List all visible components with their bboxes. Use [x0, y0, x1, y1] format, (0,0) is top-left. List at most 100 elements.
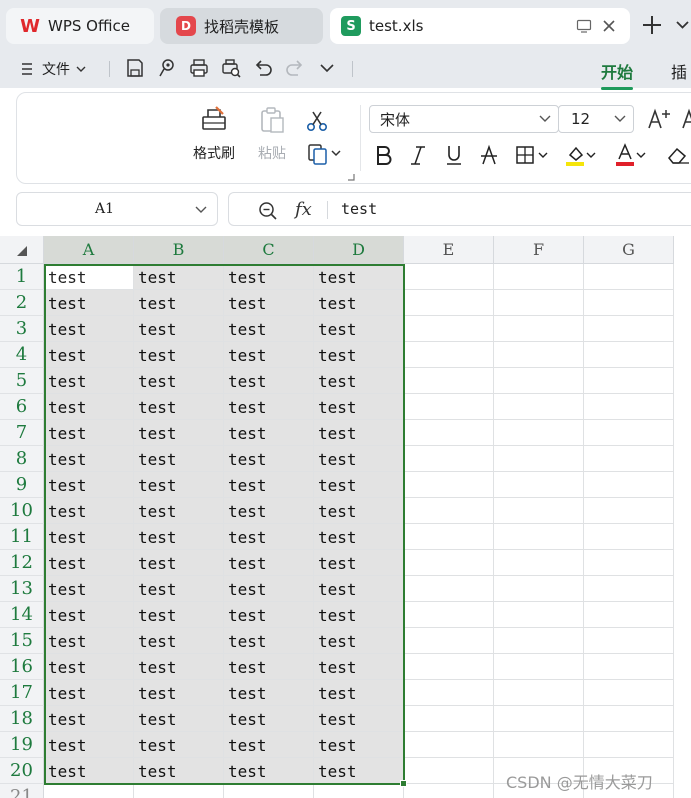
undo-icon[interactable] — [252, 57, 274, 79]
cell-G13[interactable] — [584, 576, 674, 602]
row-header-10[interactable]: 10 — [0, 498, 44, 524]
font-size-select[interactable]: 12 — [558, 105, 634, 133]
dialog-launcher-icon[interactable] — [347, 173, 355, 181]
zoom-search-icon[interactable] — [257, 200, 279, 222]
cell-E21[interactable] — [404, 784, 494, 798]
cell-A4[interactable]: test — [44, 342, 134, 368]
cell-D9[interactable]: test — [314, 472, 404, 498]
cell-E19[interactable] — [404, 732, 494, 758]
row-header-14[interactable]: 14 — [0, 602, 44, 628]
row-header-13[interactable]: 13 — [0, 576, 44, 602]
close-icon[interactable] — [600, 17, 618, 35]
column-header-A[interactable]: A — [44, 236, 134, 264]
cell-B20[interactable]: test — [134, 758, 224, 784]
row-header-19[interactable]: 19 — [0, 732, 44, 758]
cell-G11[interactable] — [584, 524, 674, 550]
cell-D20[interactable]: test — [314, 758, 404, 784]
eraser-icon[interactable] — [665, 143, 691, 167]
cell-A9[interactable]: test — [44, 472, 134, 498]
column-header-D[interactable]: D — [314, 236, 404, 264]
cell-B3[interactable]: test — [134, 316, 224, 342]
column-header-F[interactable]: F — [494, 236, 584, 264]
bold-icon[interactable] — [375, 143, 393, 167]
cell-D5[interactable]: test — [314, 368, 404, 394]
tab-home[interactable]: 开始 — [601, 59, 634, 90]
cell-E18[interactable] — [404, 706, 494, 732]
row-header-11[interactable]: 11 — [0, 524, 44, 550]
cell-G6[interactable] — [584, 394, 674, 420]
cell-C21[interactable] — [224, 784, 314, 798]
cell-F18[interactable] — [494, 706, 584, 732]
cell-D13[interactable]: test — [314, 576, 404, 602]
cell-D2[interactable]: test — [314, 290, 404, 316]
cell-G17[interactable] — [584, 680, 674, 706]
cell-E7[interactable] — [404, 420, 494, 446]
cell-B12[interactable]: test — [134, 550, 224, 576]
cell-E10[interactable] — [404, 498, 494, 524]
cell-E14[interactable] — [404, 602, 494, 628]
cell-E11[interactable] — [404, 524, 494, 550]
cell-E13[interactable] — [404, 576, 494, 602]
cell-F2[interactable] — [494, 290, 584, 316]
cell-F11[interactable] — [494, 524, 584, 550]
paste-button[interactable]: 粘贴 — [249, 105, 295, 163]
cell-C19[interactable]: test — [224, 732, 314, 758]
cell-C4[interactable]: test — [224, 342, 314, 368]
cell-E5[interactable] — [404, 368, 494, 394]
cell-C7[interactable]: test — [224, 420, 314, 446]
strikethrough-icon[interactable] — [480, 143, 498, 167]
cell-C12[interactable]: test — [224, 550, 314, 576]
cell-C16[interactable]: test — [224, 654, 314, 680]
column-header-B[interactable]: B — [134, 236, 224, 264]
cell-B18[interactable]: test — [134, 706, 224, 732]
cell-D4[interactable]: test — [314, 342, 404, 368]
cell-F16[interactable] — [494, 654, 584, 680]
cell-G15[interactable] — [584, 628, 674, 654]
cell-F4[interactable] — [494, 342, 584, 368]
cell-E6[interactable] — [404, 394, 494, 420]
fill-color-icon[interactable] — [565, 143, 599, 167]
formula-input[interactable]: test — [341, 200, 377, 218]
cell-A10[interactable]: test — [44, 498, 134, 524]
row-header-4[interactable]: 4 — [0, 342, 44, 368]
cell-C14[interactable]: test — [224, 602, 314, 628]
cell-A15[interactable]: test — [44, 628, 134, 654]
cell-G9[interactable] — [584, 472, 674, 498]
cell-A19[interactable]: test — [44, 732, 134, 758]
select-all-corner[interactable] — [0, 236, 44, 264]
cell-A7[interactable]: test — [44, 420, 134, 446]
cell-C6[interactable]: test — [224, 394, 314, 420]
cell-G2[interactable] — [584, 290, 674, 316]
tab-templates[interactable]: D 找稻壳模板 — [160, 8, 323, 44]
cell-A8[interactable]: test — [44, 446, 134, 472]
cell-B2[interactable]: test — [134, 290, 224, 316]
cell-A1[interactable]: test — [44, 264, 134, 290]
cell-C18[interactable]: test — [224, 706, 314, 732]
cell-G7[interactable] — [584, 420, 674, 446]
cell-D11[interactable]: test — [314, 524, 404, 550]
column-header-G[interactable]: G — [584, 236, 674, 264]
cell-D8[interactable]: test — [314, 446, 404, 472]
cell-A13[interactable]: test — [44, 576, 134, 602]
format-painter-button[interactable]: 格式刷 — [191, 105, 237, 163]
italic-icon[interactable] — [409, 143, 427, 167]
sheet-grid[interactable]: A B C D E F G 1 test test test test 2 test test test tes… — [0, 236, 691, 798]
share-icon[interactable] — [156, 57, 178, 79]
tab-insert[interactable]: 插 — [671, 59, 687, 83]
cell-F12[interactable] — [494, 550, 584, 576]
save-icon[interactable] — [124, 57, 146, 79]
cell-A16[interactable]: test — [44, 654, 134, 680]
cell-F15[interactable] — [494, 628, 584, 654]
cell-E20[interactable] — [404, 758, 494, 784]
row-header-6[interactable]: 6 — [0, 394, 44, 420]
cell-A18[interactable]: test — [44, 706, 134, 732]
cell-B13[interactable]: test — [134, 576, 224, 602]
cell-C15[interactable]: test — [224, 628, 314, 654]
cell-A20[interactable]: test — [44, 758, 134, 784]
cell-F5[interactable] — [494, 368, 584, 394]
cell-C2[interactable]: test — [224, 290, 314, 316]
cell-G18[interactable] — [584, 706, 674, 732]
row-header-5[interactable]: 5 — [0, 368, 44, 394]
row-header-17[interactable]: 17 — [0, 680, 44, 706]
cell-A14[interactable]: test — [44, 602, 134, 628]
